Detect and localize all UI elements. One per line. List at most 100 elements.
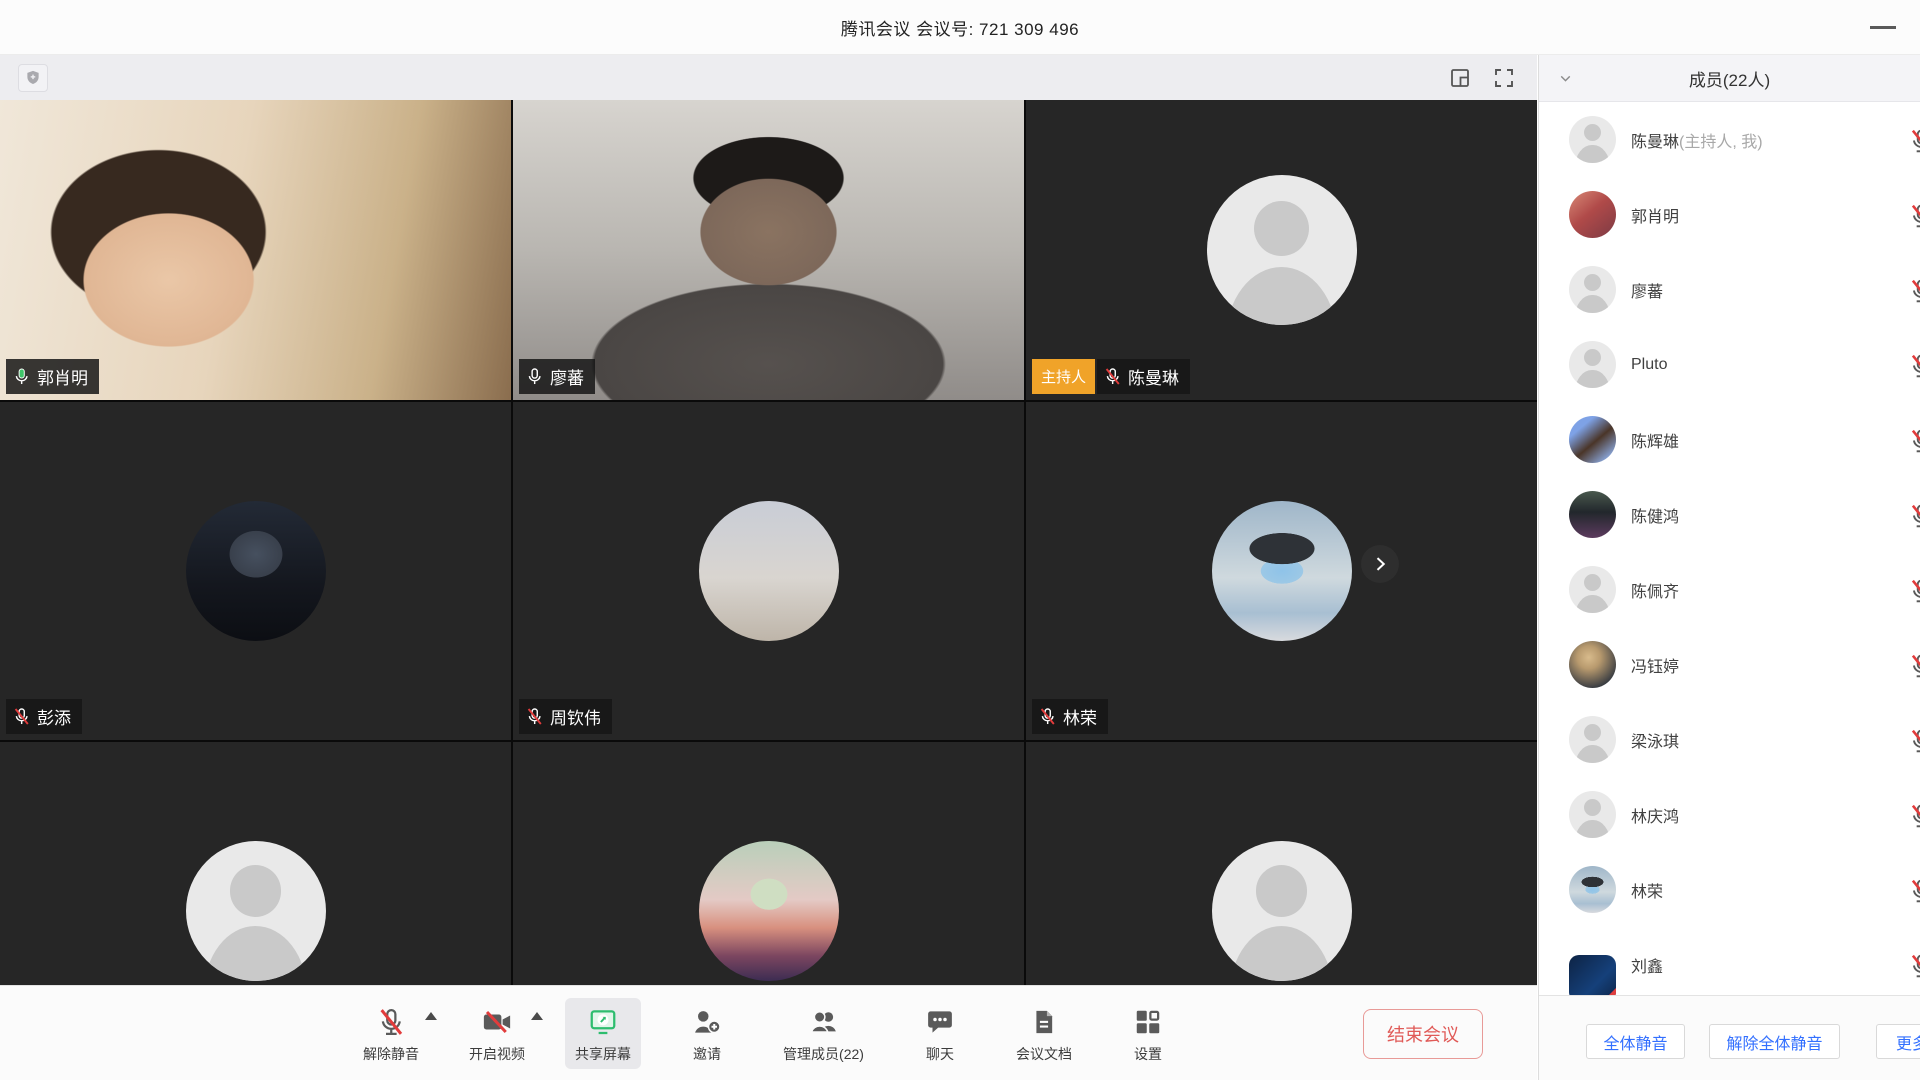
shield-plus-icon: [24, 69, 42, 87]
window-title: 腾讯会议 会议号: 721 309 496: [841, 15, 1079, 40]
mic-options-caret[interactable]: [425, 1012, 437, 1020]
security-button[interactable]: [18, 64, 48, 92]
video-pane: 郭肖明 廖蕃 主持人 陈曼琳: [0, 55, 1537, 1080]
photo-avatar: [186, 501, 326, 641]
more-button[interactable]: 更多: [1876, 1024, 1920, 1059]
member-row-pluto[interactable]: Pluto: [1539, 327, 1920, 402]
member-row-linqinghong[interactable]: 林庆鸿: [1539, 777, 1920, 852]
participant-name: 林荣: [1063, 704, 1097, 729]
fullscreen-button[interactable]: [1489, 64, 1519, 92]
mute-all-button[interactable]: 全体静音: [1586, 1024, 1685, 1059]
member-row-chenpeiqi[interactable]: 陈佩齐: [1539, 552, 1920, 627]
avatar: [1569, 266, 1616, 313]
mic-muted-icon[interactable]: [1908, 353, 1920, 384]
member-row-liangyongqi[interactable]: 梁泳琪: [1539, 702, 1920, 777]
name-tag: 林荣: [1032, 699, 1108, 734]
video-tile-guoxiaoming[interactable]: 郭肖明: [0, 100, 511, 400]
sidebar-footer: 全体静音 解除全体静音 更多: [1539, 995, 1920, 1080]
member-row-chenjianhong[interactable]: 陈健鸿: [1539, 477, 1920, 552]
member-name: 陈佩齐: [1631, 578, 1679, 602]
name-tag: 彭添: [6, 699, 82, 734]
mic-on-icon: [525, 367, 544, 386]
member-name: 刘鑫: [1631, 953, 1663, 977]
member-name: 廖蕃: [1631, 278, 1663, 302]
unmute-button[interactable]: 解除静音: [353, 998, 429, 1069]
video-tile-pengtian[interactable]: 彭添: [0, 402, 511, 740]
mic-muted-icon: [1038, 707, 1057, 726]
person-plus-icon: [692, 1007, 722, 1037]
mic-muted-icon: [376, 1007, 406, 1037]
video-options-caret[interactable]: [531, 1012, 543, 1020]
video-tile-linrong[interactable]: 林荣: [1026, 402, 1537, 740]
member-list: 陈曼琳(主持人, 我) 郭肖明 廖蕃 Pluto 陈辉雄 陈健鸿: [1539, 102, 1920, 995]
chevron-down-icon: [1557, 70, 1574, 87]
mic-muted-icon[interactable]: [1908, 653, 1920, 684]
host-badge: 主持人: [1032, 359, 1095, 394]
name-tag: 廖蕃: [519, 359, 595, 394]
chat-button[interactable]: 聊天: [904, 998, 976, 1069]
member-name: Pluto: [1631, 356, 1667, 374]
member-name: 郭肖明: [1631, 203, 1679, 227]
member-row-linrong[interactable]: 林荣: [1539, 852, 1920, 927]
mic-muted-icon: [525, 707, 544, 726]
unmute-all-button[interactable]: 解除全体静音: [1709, 1024, 1840, 1059]
mic-muted-icon[interactable]: [1908, 428, 1920, 459]
member-name: 林庆鸿: [1631, 803, 1679, 827]
member-row-fengyuting[interactable]: 冯钰婷: [1539, 627, 1920, 702]
avatar: [1569, 491, 1616, 538]
video-tile-7[interactable]: [0, 742, 511, 985]
name-tag: 主持人 陈曼琳: [1032, 359, 1190, 394]
mic-muted-icon[interactable]: [1908, 878, 1920, 909]
photo-avatar: [1212, 501, 1352, 641]
placeholder-avatar: [1212, 841, 1352, 981]
avatar: [1569, 116, 1616, 163]
members-sidebar: 成员(22人) 陈曼琳(主持人, 我) 郭肖明 廖蕃 Pluto 陈辉雄: [1538, 55, 1920, 1080]
member-name: 冯钰婷: [1631, 653, 1679, 677]
fullscreen-icon: [1492, 66, 1516, 90]
mic-muted-icon[interactable]: [1908, 803, 1920, 834]
avatar: [1569, 866, 1616, 913]
video-tile-liaofan[interactable]: 廖蕃: [513, 100, 1024, 400]
placeholder-avatar: [1207, 175, 1357, 325]
share-screen-button[interactable]: 共享屏幕: [565, 998, 641, 1069]
member-row-liuxin[interactable]: 刘鑫: [1539, 927, 1920, 995]
participant-name: 廖蕃: [550, 364, 584, 389]
avatar: [1569, 341, 1616, 388]
video-tile-9[interactable]: [1026, 742, 1537, 985]
mic-muted-icon[interactable]: [1908, 578, 1920, 609]
video-top-strip: [0, 55, 1537, 100]
avatar: [1569, 955, 1616, 995]
participant-name: 周钦伟: [550, 704, 601, 729]
mic-muted-icon[interactable]: [1908, 278, 1920, 309]
mic-muted-icon[interactable]: [1908, 203, 1920, 234]
mic-muted-icon[interactable]: [1908, 503, 1920, 534]
video-tile-8[interactable]: [513, 742, 1024, 985]
member-row-chenmanlin[interactable]: 陈曼琳(主持人, 我): [1539, 102, 1920, 177]
meeting-docs-button[interactable]: 会议文档: [1006, 998, 1082, 1069]
mic-muted-icon[interactable]: [1908, 728, 1920, 759]
end-meeting-button[interactable]: 结束会议: [1363, 1009, 1483, 1059]
collapse-sidebar-button[interactable]: [1557, 70, 1574, 92]
start-video-button[interactable]: 开启视频: [459, 998, 535, 1069]
manage-members-button[interactable]: 管理成员(22): [773, 998, 874, 1069]
minimize-button[interactable]: [1860, 0, 1906, 55]
member-name: 林荣: [1631, 878, 1663, 902]
member-row-guoxiaoming[interactable]: 郭肖明: [1539, 177, 1920, 252]
settings-icon: [1133, 1007, 1163, 1037]
layout-switch-button[interactable]: [1445, 64, 1475, 92]
avatar: [1569, 191, 1616, 238]
video-tile-zhouqinwei[interactable]: 周钦伟: [513, 402, 1024, 740]
mic-muted-icon: [1103, 367, 1122, 386]
mic-muted-icon[interactable]: [1908, 953, 1920, 984]
next-page-button[interactable]: [1361, 545, 1399, 583]
mic-muted-icon[interactable]: [1908, 128, 1920, 159]
video-tile-chenmanlin[interactable]: 主持人 陈曼琳: [1026, 100, 1537, 400]
settings-button[interactable]: 设置: [1112, 998, 1184, 1069]
name-tag: 郭肖明: [6, 359, 99, 394]
chat-icon: [925, 1007, 955, 1037]
participant-name: 彭添: [37, 704, 71, 729]
member-row-liaofan[interactable]: 廖蕃: [1539, 252, 1920, 327]
member-row-chenhuixiong[interactable]: 陈辉雄: [1539, 402, 1920, 477]
share-screen-icon: [587, 1007, 619, 1037]
invite-button[interactable]: 邀请: [671, 998, 743, 1069]
